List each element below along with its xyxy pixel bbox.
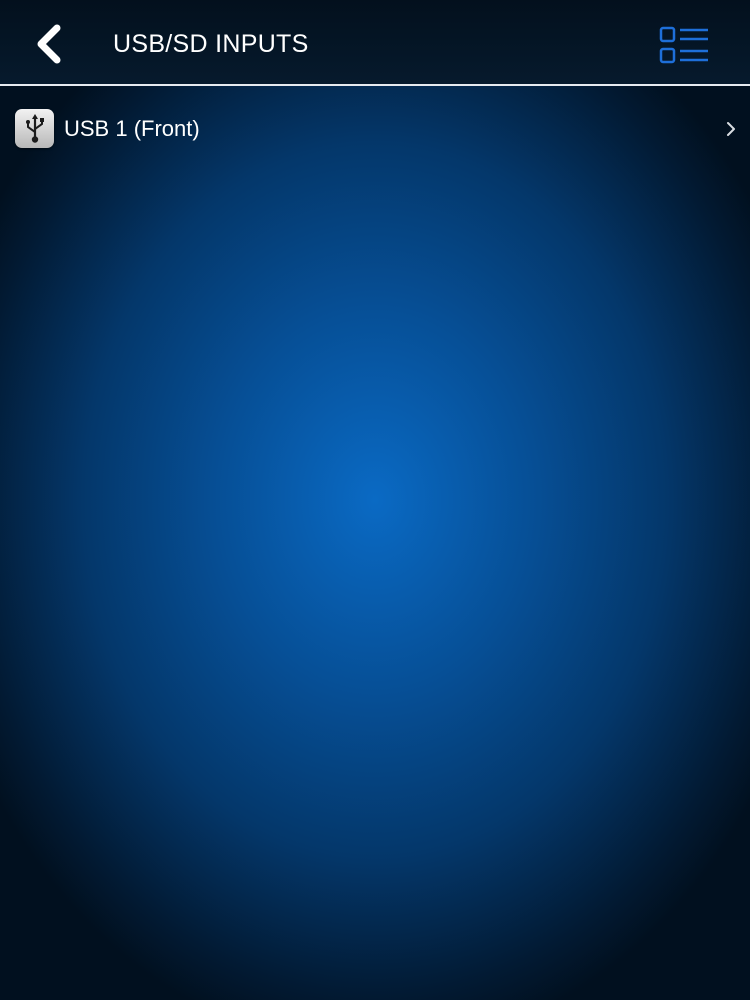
back-button[interactable] [30, 20, 86, 72]
list-view-icon [655, 26, 713, 74]
header-divider [0, 84, 750, 86]
input-item-usb-1-front[interactable]: USB 1 (Front) [0, 98, 750, 160]
input-item-label: USB 1 (Front) [64, 116, 200, 141]
page-title: USB/SD INPUTS [113, 30, 309, 58]
top-bar: USB/SD INPUTS [0, 0, 750, 85]
chevron-right-icon [723, 118, 739, 140]
chevron-left-icon [30, 24, 66, 69]
usb-icon [15, 109, 54, 148]
list-view-button[interactable] [655, 22, 713, 70]
